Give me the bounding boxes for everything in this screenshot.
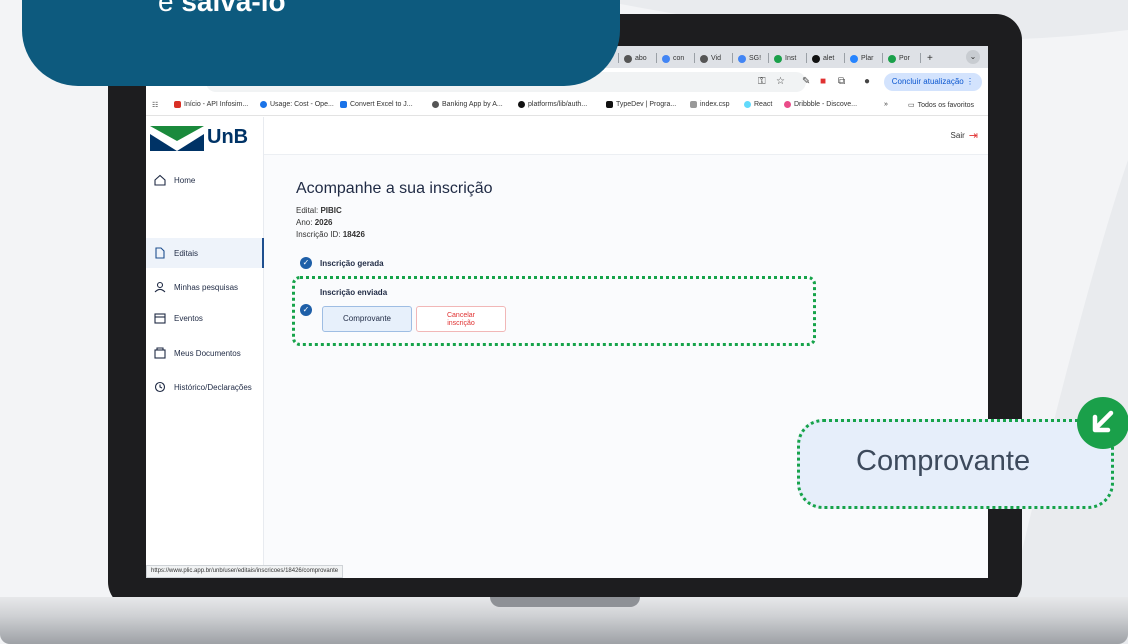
browser-tab[interactable]: Por xyxy=(888,51,910,66)
bookmarks-overflow-button[interactable]: » xyxy=(884,101,888,108)
react-favicon-icon xyxy=(744,101,751,108)
logout-icon: ⇥ xyxy=(968,130,978,142)
password-key-icon[interactable]: ⚿ xyxy=(758,76,766,87)
calendar-icon xyxy=(154,313,166,324)
tab-favicon-icon xyxy=(888,54,896,63)
extensions-puzzle-icon[interactable]: ⧉ xyxy=(838,76,845,87)
ano-info: Ano: 2026 xyxy=(296,218,333,227)
tab-search-chevron-icon[interactable]: ⌄ xyxy=(966,50,980,64)
dribbble-favicon-icon xyxy=(784,101,791,108)
bookmark-item[interactable]: React xyxy=(744,101,772,108)
browser-tab[interactable]: Inst xyxy=(774,51,796,66)
tab-separator xyxy=(656,53,657,63)
bookmark-item[interactable]: Dribbble - Discove... xyxy=(784,101,857,108)
tab-favicon-icon xyxy=(700,54,708,63)
sidebar-item-editais[interactable]: Editais xyxy=(146,238,264,268)
profile-avatar-icon[interactable]: ● xyxy=(864,76,870,87)
bookmark-favicon-icon xyxy=(260,101,267,108)
step-label: Inscrição gerada xyxy=(320,259,384,268)
tab-separator xyxy=(920,53,921,63)
sidebar-item-meus-documentos[interactable]: Meus Documentos xyxy=(146,338,264,368)
browser-tab[interactable]: con xyxy=(662,51,684,66)
tab-favicon-icon xyxy=(850,54,858,63)
inscricao-id-info: Inscrição ID: 18426 xyxy=(296,230,365,239)
browser-tab[interactable]: abo xyxy=(624,51,647,66)
folder-icon: ▭ xyxy=(908,102,915,109)
sidebar-item-historico[interactable]: Histórico/Declarações xyxy=(146,372,264,402)
update-chrome-button[interactable]: Concluir atualização ⋮ xyxy=(883,73,982,91)
tab-separator xyxy=(732,53,733,63)
bookmark-item[interactable]: Banking App by A... xyxy=(432,101,503,108)
arrow-down-left-icon xyxy=(1092,410,1114,433)
google-favicon-icon xyxy=(662,54,670,63)
extension-pdf-icon[interactable]: ■ xyxy=(820,76,826,87)
extension-pen-icon[interactable]: ✎ xyxy=(802,76,810,87)
folder-icon xyxy=(154,347,166,359)
sidebar-item-home[interactable]: Home xyxy=(146,165,264,195)
research-icon xyxy=(154,281,166,293)
tab-separator xyxy=(882,53,883,63)
bookmark-favicon-icon xyxy=(606,101,613,108)
bookmark-star-icon[interactable]: ☆ xyxy=(776,76,785,87)
home-icon xyxy=(154,174,166,186)
step-check-icon: ✓ xyxy=(300,257,312,269)
status-bar-url: https://www.plic.app.br/unb/user/editais… xyxy=(146,565,344,578)
apps-grid-icon[interactable]: ☷ xyxy=(152,101,158,109)
history-icon xyxy=(154,381,166,393)
sidebar-item-minhas-pesquisas[interactable]: Minhas pesquisas xyxy=(146,272,264,302)
logout-button[interactable]: Sair ⇥ xyxy=(951,129,978,142)
bookmark-item[interactable]: platforms/lib/auth... xyxy=(518,101,587,108)
page-title: Acompanhe a sua inscrição xyxy=(296,180,493,197)
zoom-callout-label: Comprovante xyxy=(856,445,1031,477)
laptop-notch xyxy=(490,597,640,607)
bookmark-favicon-icon xyxy=(432,101,439,108)
tab-separator xyxy=(844,53,845,63)
bookmark-item[interactable]: TypeDev | Progra... xyxy=(606,101,676,108)
bookmark-item[interactable]: Convert Excel to J... xyxy=(340,101,413,108)
zoom-badge xyxy=(1077,397,1128,449)
tab-separator xyxy=(694,53,695,63)
tab-favicon-icon xyxy=(624,54,632,63)
edital-info: Edital: PIBIC xyxy=(296,206,342,215)
new-tab-button[interactable]: + xyxy=(927,51,933,66)
sidebar: UnB Home Editais Minhas pesquisas Evento… xyxy=(146,117,264,578)
bookmark-favicon-icon xyxy=(690,101,697,108)
github-favicon-icon xyxy=(812,54,820,63)
github-favicon-icon xyxy=(518,101,525,108)
browser-tab[interactable]: Plar xyxy=(850,51,873,66)
tab-favicon-icon xyxy=(774,54,782,63)
browser-tab[interactable]: Vid xyxy=(700,51,721,66)
banner-text: e salvá-lo xyxy=(158,0,286,17)
bookmark-item[interactable]: index.csp xyxy=(690,101,730,108)
browser-tab[interactable]: SG! xyxy=(738,51,761,66)
title-banner: e salvá-lo xyxy=(22,0,620,86)
google-favicon-icon xyxy=(738,54,746,63)
bookmarks-bar: ☷ Início - API Infosim... Usage: Cost - … xyxy=(146,96,988,116)
highlight-box xyxy=(292,276,816,346)
app-header: Sair ⇥ xyxy=(264,117,988,155)
logo-text: UnB xyxy=(207,126,249,148)
tab-separator xyxy=(618,53,619,63)
tab-separator xyxy=(806,53,807,63)
browser-tab[interactable]: alet xyxy=(812,51,834,66)
tab-separator xyxy=(768,53,769,63)
bookmark-item[interactable]: Início - API Infosim... xyxy=(174,101,248,108)
bookmark-item[interactable]: Usage: Cost - Ope... xyxy=(260,101,334,108)
sidebar-item-eventos[interactable]: Eventos xyxy=(146,303,264,333)
document-icon xyxy=(155,247,165,259)
bookmark-favicon-icon xyxy=(174,101,181,108)
bookmark-favicon-icon xyxy=(340,101,347,108)
all-favorites-folder[interactable]: ▭ Todos os favoritos xyxy=(908,101,974,110)
